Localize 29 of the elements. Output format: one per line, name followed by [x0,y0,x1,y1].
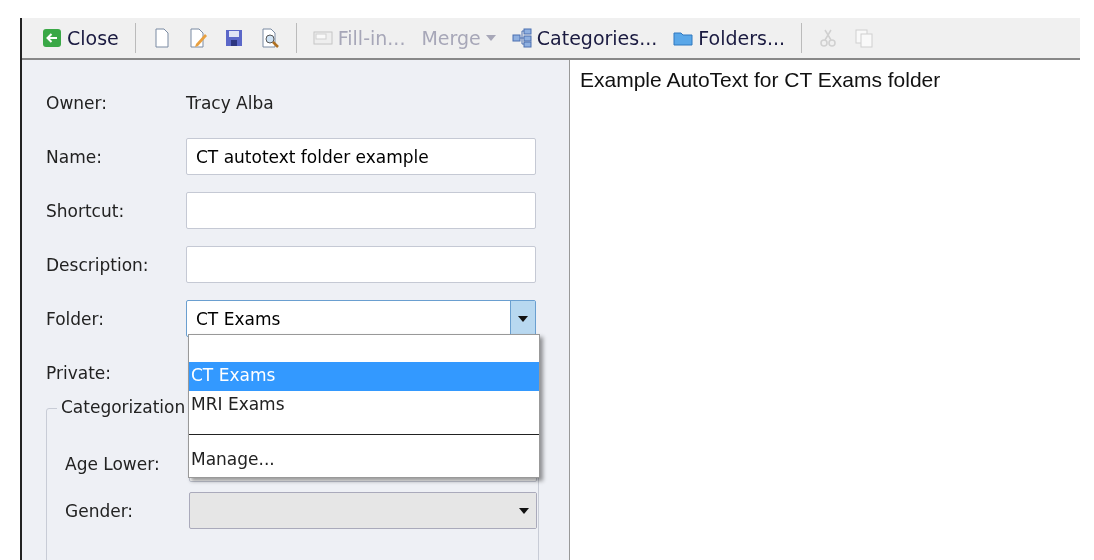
field-label: Name: [46,146,103,167]
toolbar-button[interactable]: Folders... [667,24,792,52]
copy-icon [854,28,875,48]
dropdown-arrow-icon [518,506,530,515]
pencil-page-icon [187,28,208,48]
text-field[interactable] [186,192,536,229]
field-label: Private: [46,362,112,383]
editor-text: Example AutoText for CT Exams folder [580,68,941,91]
scissors-icon [818,28,839,48]
text-field[interactable]: CT autotext folder example [186,138,536,175]
field-label: Description: [46,254,150,275]
dropdown-arrow-icon [517,314,529,323]
magnifier-page-icon [259,28,280,48]
field-label: Age Lower: [65,453,161,474]
tree-icon [511,28,532,48]
field-icon [312,28,333,48]
field-label: Folder: [46,308,105,329]
field-label: Gender: [65,500,135,521]
caret-icon [485,35,496,41]
manage-option[interactable]: Manage... [189,435,539,477]
toolbar-button[interactable]: Close [36,24,125,52]
toolbar-button[interactable]: Categories... [505,24,664,52]
dropdown-field[interactable] [189,492,537,529]
dropdown-option[interactable]: MRI Exams [189,391,539,420]
field-label: Shortcut: [46,200,126,221]
owner-value: Tracy Alba [186,92,274,113]
text-field[interactable] [186,246,536,283]
field-label: Owner: [46,92,108,113]
group-title: Categorization [57,397,190,417]
